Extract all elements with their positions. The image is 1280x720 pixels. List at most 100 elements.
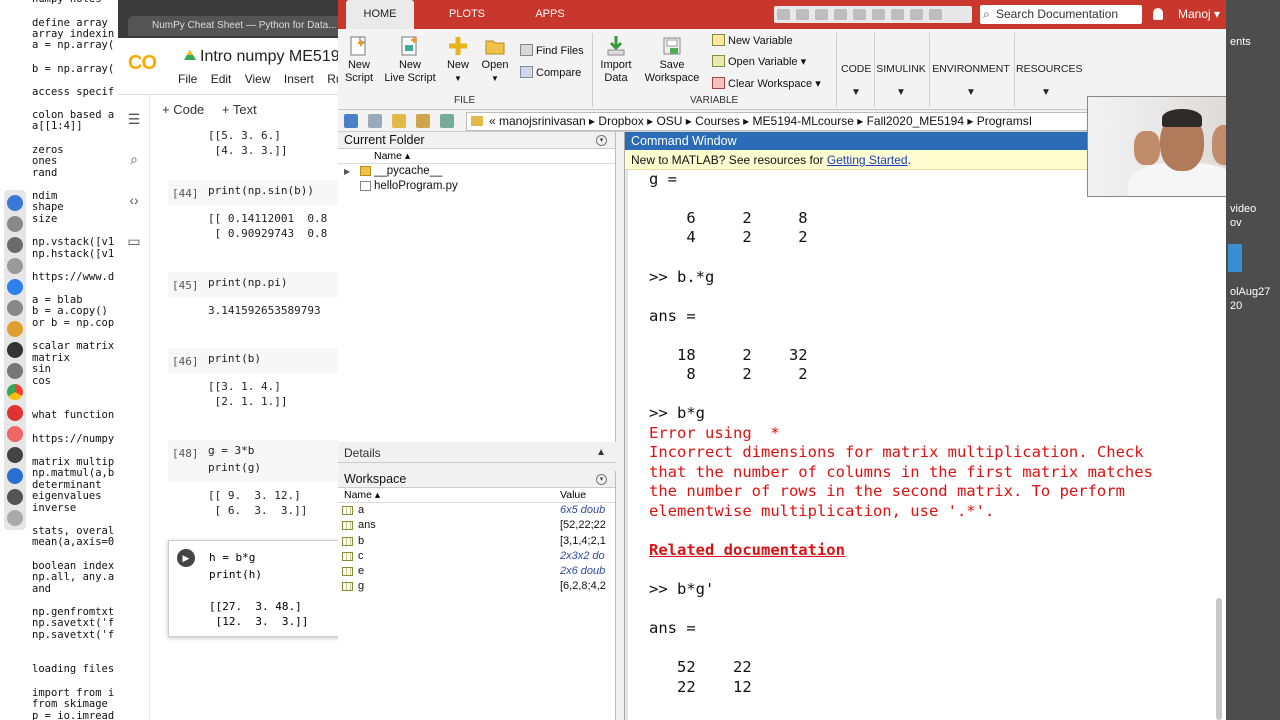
import-data-button[interactable]: Import Data — [596, 35, 636, 85]
list-icon[interactable]: ☰ — [126, 111, 142, 127]
column-header-name[interactable]: Name ▴ — [344, 488, 380, 503]
app-icon[interactable] — [7, 426, 23, 442]
folder-item[interactable]: ▶ __pycache__ — [338, 164, 615, 179]
related-documentation-link[interactable]: Related documentation — [649, 541, 845, 559]
app-icon[interactable] — [7, 447, 23, 463]
cell-code[interactable]: [44] print(np.sin(b)) — [168, 180, 340, 205]
copy-icon[interactable] — [815, 9, 828, 20]
new-live-script-button[interactable]: New Live Script — [382, 35, 438, 85]
workspace-variable-row[interactable]: g [6,2,8;4,2 — [338, 579, 615, 594]
code-section[interactable]: CODE ▼ — [841, 63, 871, 98]
clear-workspace-button[interactable]: Clear Workspace ▾ — [712, 77, 821, 91]
scrollbar[interactable] — [1216, 598, 1222, 720]
user-menu[interactable]: Manoj ▾ — [1178, 0, 1220, 29]
desktop-file-label[interactable]: 20 — [1230, 300, 1242, 312]
menu-insert[interactable]: Insert — [284, 72, 314, 86]
desktop-file-label[interactable]: video — [1230, 203, 1256, 215]
terminal-icon[interactable] — [7, 342, 23, 358]
new-button[interactable]: New ▼ — [442, 35, 474, 85]
code-cell[interactable]: [45] print(np.pi) 3.141592653589793 — [168, 272, 340, 318]
expand-icon[interactable] — [929, 9, 942, 20]
search-documentation-input[interactable]: ⌕ Search Documentation — [980, 5, 1142, 24]
up-folder-icon[interactable] — [392, 114, 406, 128]
forward-icon[interactable] — [368, 114, 382, 128]
app-icon[interactable] — [7, 321, 23, 337]
app-icon[interactable] — [7, 258, 23, 274]
expand-arrow-icon[interactable]: ▶ — [344, 164, 350, 179]
workspace-variable-row[interactable]: ans [52,22;22 — [338, 518, 615, 533]
code-cell[interactable]: [44] print(np.sin(b)) [[ 0.14112001 0.8 [ … — [168, 180, 340, 241]
workspace-variable-row[interactable]: a 6x5 doub — [338, 503, 615, 518]
app-icon[interactable] — [7, 510, 23, 526]
menu-edit[interactable]: Edit — [211, 72, 232, 86]
column-header-name[interactable]: Name ▴ — [338, 149, 615, 164]
cut-icon[interactable] — [796, 9, 809, 20]
app-icon[interactable] — [7, 468, 23, 484]
resources-section[interactable]: RESOURCES ▼ — [1016, 63, 1083, 98]
app-icon[interactable] — [7, 195, 23, 211]
code-cell[interactable]: [48] g = 3*b print(g) [[ 9. 3. 12.] [ 6. 3… — [168, 440, 340, 518]
workspace-variable-row[interactable]: e 2x6 doub — [338, 564, 615, 579]
chrome-icon[interactable] — [7, 384, 23, 400]
command-window[interactable]: Command Window New to MATLAB? See resour… — [624, 132, 1226, 720]
details-panel-header[interactable]: Details ▲ — [338, 443, 616, 463]
back-icon[interactable] — [344, 114, 358, 128]
code-cell-active[interactable]: ▶ h = b*g print(h) [[27. 3. 48.] [12. 3.… — [168, 540, 340, 637]
open-button[interactable]: Open ▼ — [478, 35, 512, 85]
undo-icon[interactable] — [853, 9, 866, 20]
search-folder-icon[interactable] — [440, 114, 454, 128]
add-text-button[interactable]: + Text — [222, 102, 257, 117]
app-icon[interactable] — [7, 489, 23, 505]
code-icon[interactable]: ‹› — [126, 192, 142, 208]
new-script-button[interactable]: New Script — [342, 35, 376, 85]
switch-window-icon[interactable] — [891, 9, 904, 20]
app-icon[interactable] — [7, 300, 23, 316]
compare-button[interactable]: Compare — [520, 66, 581, 80]
tab-home[interactable]: HOME — [346, 0, 414, 29]
desktop-file-icon[interactable] — [1228, 244, 1242, 272]
getting-started-link[interactable]: Getting Started — [827, 153, 908, 167]
code-cell[interactable]: [46] print(b) [[3. 1. 4.] [2. 1. 1.]] — [168, 348, 340, 409]
save-icon[interactable] — [777, 9, 790, 20]
simulink-section[interactable]: SIMULINK ▼ — [876, 63, 926, 98]
app-icon[interactable] — [7, 216, 23, 232]
save-workspace-button[interactable]: Save Workspace — [640, 35, 704, 85]
help-icon[interactable] — [910, 9, 923, 20]
collapse-icon[interactable]: ▲ — [596, 443, 606, 463]
cell-code[interactable]: [45] print(np.pi) — [168, 272, 340, 297]
command-output[interactable]: g = 6 2 8 4 2 2 >> b.*g ans = 18 2 32 8 2 … — [649, 170, 1209, 720]
panel-menu-icon[interactable]: ▾ — [596, 474, 607, 485]
workspace-variable-row[interactable]: c 2x3x2 do — [338, 549, 615, 564]
desktop-file-label[interactable]: olAug27 — [1230, 286, 1270, 298]
desktop-file-label[interactable]: ents — [1230, 36, 1251, 48]
app-icon[interactable] — [7, 237, 23, 253]
cell-code[interactable]: h = b*g print(h) — [209, 549, 262, 583]
desktop-file-label[interactable]: ov — [1230, 217, 1242, 229]
browse-folder-icon[interactable] — [416, 114, 430, 128]
menu-view[interactable]: View — [245, 72, 271, 86]
app-icon[interactable] — [7, 363, 23, 379]
redo-icon[interactable] — [872, 9, 885, 20]
panel-menu-icon[interactable]: ▾ — [596, 135, 607, 146]
paste-icon[interactable] — [834, 9, 847, 20]
file-item[interactable]: helloProgram.py — [338, 179, 615, 194]
menu-file[interactable]: File — [178, 72, 197, 86]
search-icon[interactable]: ⌕ — [126, 151, 142, 167]
code-cell[interactable]: [[5. 3. 6.] [4. 3. 3.]] — [168, 122, 340, 158]
find-files-button[interactable]: Find Files — [520, 44, 584, 58]
workspace-variable-row[interactable]: b [3,1,4;2,1 — [338, 534, 615, 549]
run-icon[interactable]: ▶ — [177, 549, 195, 567]
add-code-button[interactable]: + Code — [162, 102, 204, 117]
browser-tab[interactable]: NumPy Cheat Sheet — Python for Data... — [128, 16, 356, 36]
notebook-title[interactable]: Intro numpy ME519 — [200, 48, 340, 66]
new-variable-button[interactable]: New Variable — [712, 34, 793, 48]
tab-apps[interactable]: APPS — [522, 0, 578, 29]
column-header-value[interactable]: Value — [560, 488, 586, 503]
folder-icon[interactable]: ▭ — [126, 233, 142, 249]
bell-icon[interactable] — [1153, 8, 1163, 20]
cell-code[interactable]: [48] g = 3*b print(g) — [168, 440, 340, 482]
app-icon[interactable] — [7, 405, 23, 421]
tab-plots[interactable]: PLOTS — [438, 0, 496, 29]
environment-section[interactable]: ENVIRONMENT ▼ — [931, 63, 1011, 98]
safari-icon[interactable] — [7, 279, 23, 295]
